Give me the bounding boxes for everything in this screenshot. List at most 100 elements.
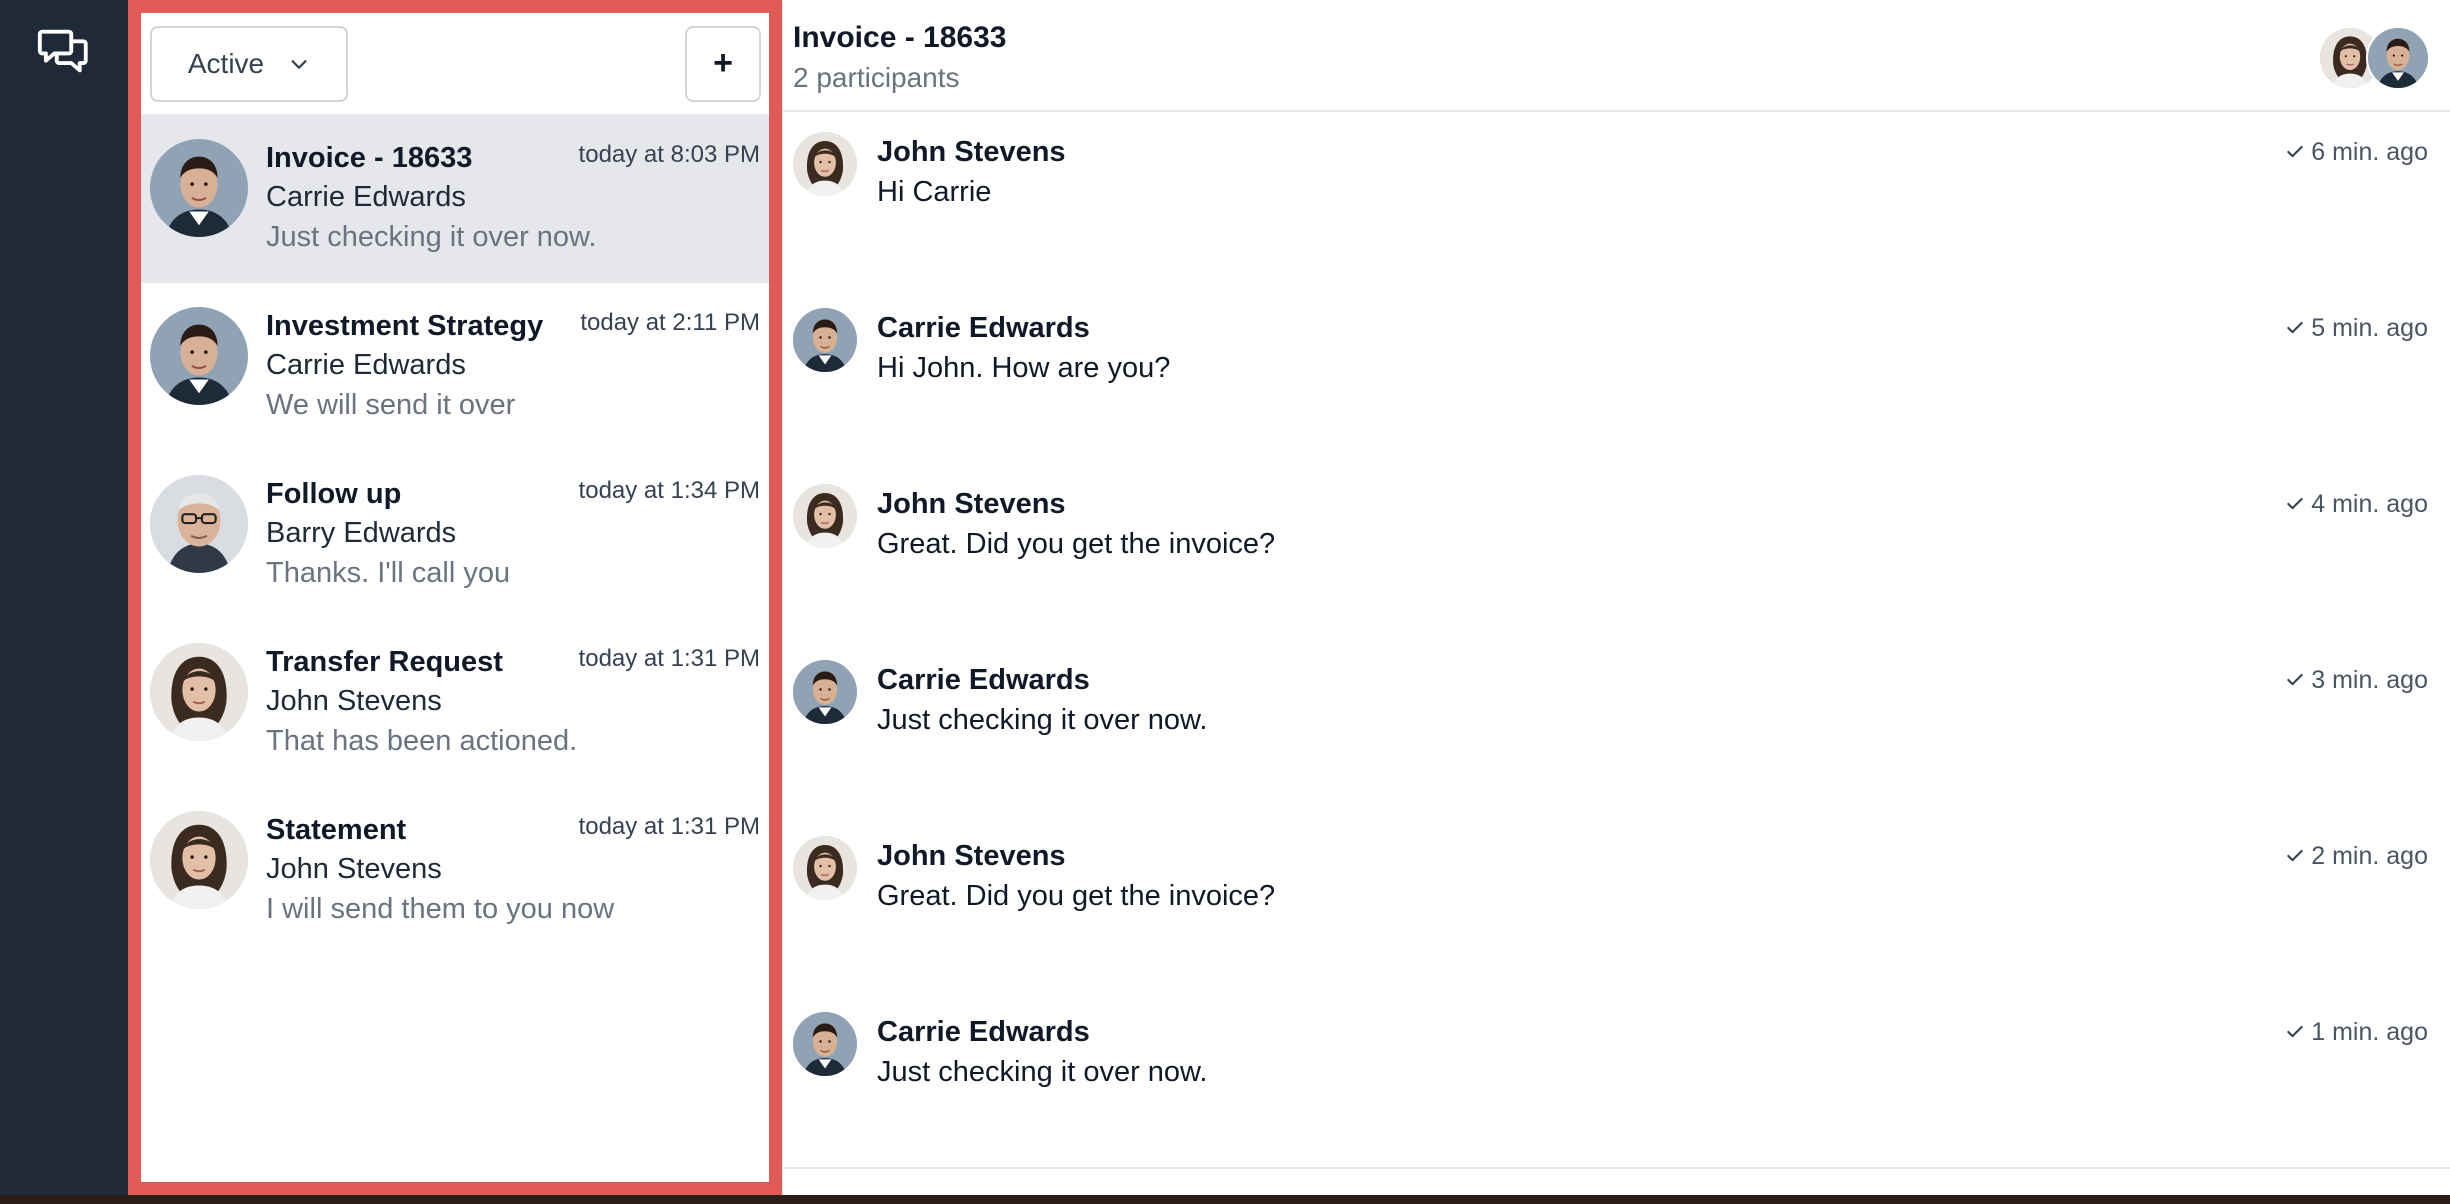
checkmark-icon xyxy=(2287,145,2303,158)
message-content: John Stevens 6 min. ago Hi Carrie xyxy=(877,132,2428,288)
conversation-preview: We will send it over xyxy=(266,389,516,421)
message-timestamp: 4 min. ago xyxy=(2285,490,2428,519)
new-conversation-button[interactable]: + xyxy=(685,25,761,102)
chevron-down-icon xyxy=(291,59,307,69)
message: John Stevens 4 min. ago Great. Did you get… xyxy=(783,464,2450,640)
message: John Stevens 2 min. ago Great. Did you get… xyxy=(783,816,2450,992)
message-text: Hi John. How are you? xyxy=(877,352,1171,384)
conversation-time: today at 1:31 PM xyxy=(578,813,760,840)
conversation-content: Investment Strategy today at 2:11 PM Carri… xyxy=(266,307,760,451)
avatar xyxy=(793,660,857,724)
message-author: Carrie Edwards xyxy=(877,664,1090,696)
app-rail xyxy=(0,0,128,1195)
conversation-participant: Carrie Edwards xyxy=(266,181,466,213)
list-toolbar: Active + xyxy=(141,13,769,115)
avatar xyxy=(793,132,857,196)
message-content: Carrie Edwards 5 min. ago Hi John. How are… xyxy=(877,308,2428,464)
message-time-label: 5 min. ago xyxy=(2311,313,2428,342)
chat-app: Active + Invoice - 18633 today at 8:03 PM… xyxy=(0,0,2450,1195)
conversation-item[interactable]: Follow up today at 1:34 PM Barry Edwards Th… xyxy=(141,451,769,619)
conversation-title: Statement xyxy=(266,814,407,846)
message-content: John Stevens 4 min. ago Great. Did you get… xyxy=(877,484,2428,640)
conversation-preview: I will send them to you now xyxy=(266,893,615,925)
conversation-time: today at 1:31 PM xyxy=(578,645,760,672)
chat-header: Invoice - 18633 2 participants xyxy=(783,0,2450,112)
conversation-participant: John Stevens xyxy=(266,685,442,717)
participant-avatars[interactable] xyxy=(2318,26,2430,90)
conversation-list-panel: Active + Invoice - 18633 today at 8:03 PM… xyxy=(128,0,782,1195)
message-time-label: 3 min. ago xyxy=(2311,665,2428,694)
conversation-participant: Barry Edwards xyxy=(266,517,457,549)
message-list: John Stevens 6 min. ago Hi Carrie Carrie Ed… xyxy=(783,112,2450,1195)
message-timestamp: 1 min. ago xyxy=(2285,1018,2428,1047)
message-text: Great. Did you get the invoice? xyxy=(877,880,1276,912)
participant-avatar[interactable] xyxy=(2366,26,2430,90)
conversation-preview: Thanks. I'll call you xyxy=(266,557,511,589)
avatar xyxy=(150,475,248,573)
chat-panel: Invoice - 18633 2 participants John Stev… xyxy=(782,0,2450,1195)
conversation-title: Invoice - 18633 xyxy=(266,142,473,174)
avatar xyxy=(793,308,857,372)
message-author: John Stevens xyxy=(877,840,1066,872)
conversation-item[interactable]: Investment Strategy today at 2:11 PM Carri… xyxy=(141,283,769,451)
divider xyxy=(783,1167,2450,1169)
conversation-item[interactable]: Statement today at 1:31 PM John Stevens I w… xyxy=(141,787,769,955)
checkmark-icon xyxy=(2287,1025,2303,1038)
conversation-content: Follow up today at 1:34 PM Barry Edwards Th… xyxy=(266,475,760,619)
conversation-participant: Carrie Edwards xyxy=(266,349,466,381)
conversation-content: Invoice - 18633 today at 8:03 PM Carrie Ed… xyxy=(266,139,760,283)
checkmark-icon xyxy=(2287,497,2303,510)
avatar xyxy=(150,307,248,405)
conversation-title: Transfer Request xyxy=(266,646,503,678)
conversation-time: today at 1:34 PM xyxy=(578,477,760,504)
conversation-content: Transfer Request today at 1:31 PM John Ste… xyxy=(266,643,760,787)
conversation-participant: John Stevens xyxy=(266,853,442,885)
participant-count: 2 participants xyxy=(793,62,960,93)
message-time-label: 6 min. ago xyxy=(2311,137,2428,166)
conversation-item[interactable]: Invoice - 18633 today at 8:03 PM Carrie Ed… xyxy=(141,115,769,283)
status-filter-dropdown[interactable]: Active xyxy=(150,25,348,102)
message-text: Hi Carrie xyxy=(877,176,992,208)
conversation-title: Investment Strategy xyxy=(266,310,544,342)
message-text: Just checking it over now. xyxy=(877,704,1208,736)
message-author: Carrie Edwards xyxy=(877,312,1090,344)
message-time-label: 4 min. ago xyxy=(2311,489,2428,518)
conversation-time: today at 8:03 PM xyxy=(578,141,760,168)
message-content: John Stevens 2 min. ago Great. Did you get… xyxy=(877,836,2428,992)
message: John Stevens 6 min. ago Hi Carrie xyxy=(783,112,2450,288)
avatar xyxy=(793,836,857,900)
message-timestamp: 5 min. ago xyxy=(2285,314,2428,343)
conversation-time: today at 2:11 PM xyxy=(580,309,760,336)
message-time-label: 1 min. ago xyxy=(2311,1017,2428,1046)
message-text: Great. Did you get the invoice? xyxy=(877,528,1276,560)
message-content: Carrie Edwards 1 min. ago Just checking it… xyxy=(877,1012,2428,1168)
message-text: Just checking it over now. xyxy=(877,1056,1208,1088)
message: Carrie Edwards 5 min. ago Hi John. How are… xyxy=(783,288,2450,464)
chat-title: Invoice - 18633 xyxy=(793,21,1007,54)
status-filter-label: Active xyxy=(187,47,265,79)
conversation-preview: Just checking it over now. xyxy=(266,221,597,253)
avatar xyxy=(150,139,248,237)
message-author: John Stevens xyxy=(877,488,1066,520)
avatar xyxy=(150,811,248,909)
message-time-label: 2 min. ago xyxy=(2311,841,2428,870)
avatar xyxy=(793,484,857,548)
message-content: Carrie Edwards 3 min. ago Just checking it… xyxy=(877,660,2428,816)
conversation-preview: That has been actioned. xyxy=(266,725,578,757)
message: Carrie Edwards 1 min. ago Just checking it… xyxy=(783,992,2450,1168)
checkmark-icon xyxy=(2287,321,2303,334)
conversation-item[interactable]: Transfer Request today at 1:31 PM John Ste… xyxy=(141,619,769,787)
message-author: John Stevens xyxy=(877,136,1066,168)
checkmark-icon xyxy=(2287,673,2303,686)
conversation-content: Statement today at 1:31 PM John Stevens I w… xyxy=(266,811,760,955)
message-timestamp: 3 min. ago xyxy=(2285,666,2428,695)
message-timestamp: 2 min. ago xyxy=(2285,842,2428,871)
avatar xyxy=(150,643,248,741)
message-timestamp: 6 min. ago xyxy=(2285,138,2428,167)
chat-bubbles-icon[interactable] xyxy=(35,22,93,80)
message-author: Carrie Edwards xyxy=(877,1016,1090,1048)
conversation-list: Invoice - 18633 today at 8:03 PM Carrie Ed… xyxy=(141,115,769,1182)
message: Carrie Edwards 3 min. ago Just checking it… xyxy=(783,640,2450,816)
avatar xyxy=(793,1012,857,1076)
conversation-title: Follow up xyxy=(266,478,402,510)
